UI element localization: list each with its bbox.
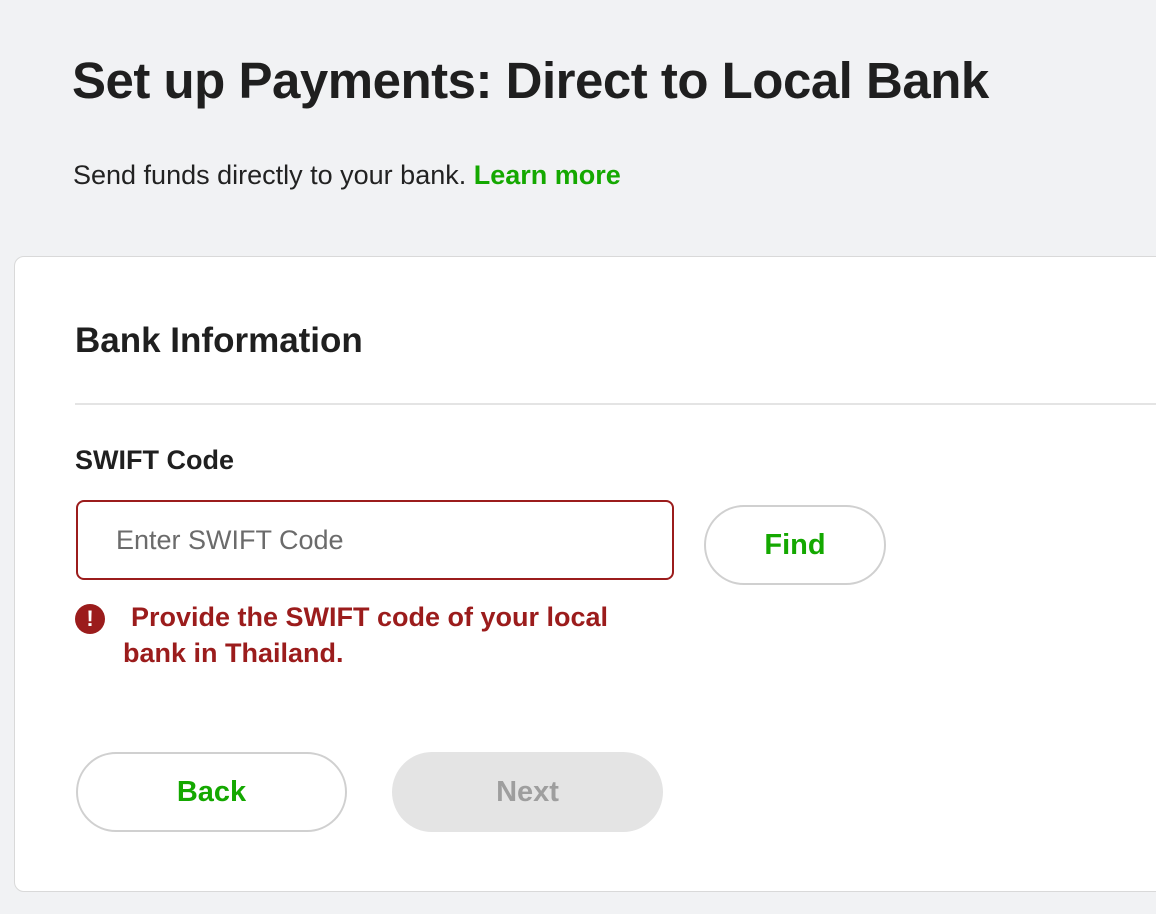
exclamation-circle-icon: !	[75, 604, 105, 634]
find-button[interactable]: Find	[704, 505, 886, 585]
page-subtitle: Send funds directly to your bank. Learn …	[73, 158, 621, 192]
page-title: Set up Payments: Direct to Local Bank	[72, 52, 989, 109]
section-title: Bank Information	[75, 321, 363, 360]
swift-error-message: ! Provide the SWIFT code of your local b…	[75, 599, 655, 671]
bank-information-card: Bank Information SWIFT Code Find ! Provi…	[14, 256, 1156, 892]
error-text: Provide the SWIFT code of your local ban…	[123, 602, 609, 668]
learn-more-link[interactable]: Learn more	[474, 160, 621, 190]
back-button[interactable]: Back	[76, 752, 347, 832]
section-divider	[75, 403, 1156, 405]
swift-code-input[interactable]	[76, 500, 674, 580]
subtitle-text: Send funds directly to your bank.	[73, 160, 467, 190]
next-button[interactable]: Next	[392, 752, 663, 832]
swift-code-label: SWIFT Code	[75, 445, 234, 475]
